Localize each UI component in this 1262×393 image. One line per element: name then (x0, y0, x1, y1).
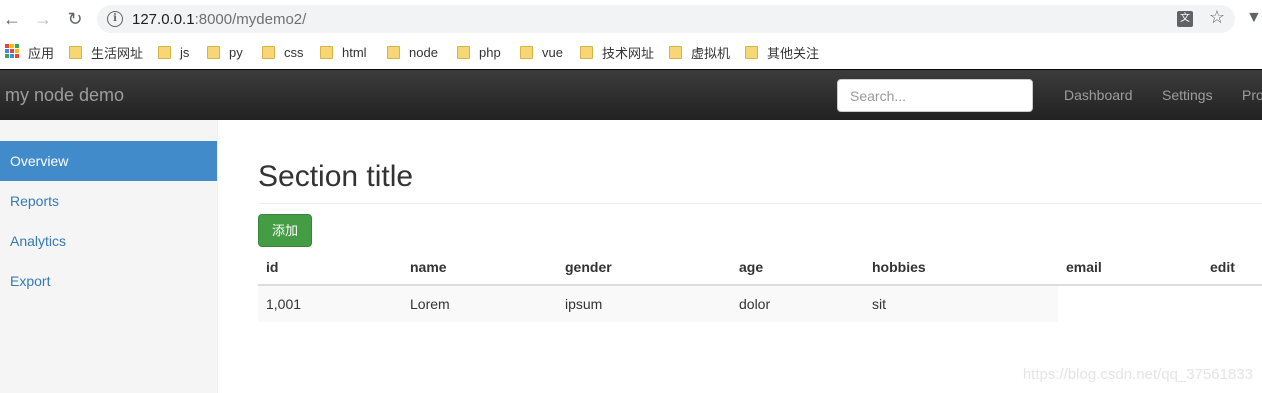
bookmark-folder[interactable]: css (262, 43, 304, 61)
add-button[interactable]: 添加 (258, 214, 312, 247)
url-text: 127.0.0.1:8000/mydemo2/ (132, 11, 306, 28)
bookmark-label: node (409, 44, 438, 60)
nav-link-settings[interactable]: Settings (1162, 87, 1213, 103)
back-arrow-icon[interactable]: ← (0, 7, 24, 31)
bookmark-label: css (284, 44, 304, 60)
cell-hobbies: sit (872, 296, 886, 312)
column-header-id: id (266, 259, 279, 275)
translate-icon[interactable]: 文 (1177, 11, 1193, 27)
bookmark-label: 虚拟机 (691, 45, 731, 61)
address-bar[interactable]: i 127.0.0.1:8000/mydemo2/ 文 ☆ (97, 5, 1235, 33)
app-navbar: my node demo Dashboard Settings Pro (0, 69, 1262, 120)
bookmark-folder[interactable]: js (158, 43, 189, 61)
sidebar-item-analytics[interactable]: Analytics (0, 221, 217, 261)
bookmark-folder[interactable]: 虚拟机 (669, 43, 730, 61)
nav-link-dashboard[interactable]: Dashboard (1064, 87, 1133, 103)
bookmark-folder[interactable]: html (320, 43, 367, 61)
bookmark-label: php (479, 44, 501, 60)
bookmark-folder[interactable]: php (457, 43, 501, 61)
folder-icon (320, 45, 333, 59)
folder-icon (457, 45, 470, 59)
bookmark-label: py (229, 44, 243, 60)
column-header-name: name (410, 259, 447, 275)
bookmark-folder[interactable]: py (207, 43, 243, 61)
page-title: Section title (258, 160, 414, 193)
bookmark-folder[interactable]: 技术网址 (580, 43, 654, 61)
bookmark-label: 其他关注 (767, 45, 820, 61)
folder-icon (520, 45, 533, 59)
search-input[interactable] (837, 79, 1033, 112)
brand-title[interactable]: my node demo (5, 85, 124, 106)
column-header-email: email (1066, 259, 1102, 275)
column-header-edit: edit (1210, 259, 1235, 275)
url-host: 127.0.0.1 (132, 11, 195, 28)
forward-arrow-icon[interactable]: → (31, 7, 55, 31)
bookmark-label: vue (542, 44, 563, 60)
cell-age: dolor (739, 296, 771, 312)
bookmark-apps[interactable]: 应用 (28, 43, 54, 61)
folder-icon (669, 45, 682, 59)
browser-toolbar: ← → ↻ i 127.0.0.1:8000/mydemo2/ 文 ☆ ▼ (0, 0, 1262, 38)
sidebar-item-overview[interactable]: Overview (0, 141, 217, 181)
apps-grid-icon[interactable] (5, 44, 19, 58)
table-header: id name gender age hobbies email edit (258, 252, 1262, 286)
bookmark-label: js (180, 44, 190, 60)
folder-icon (158, 45, 171, 59)
bookmark-label: 生活网址 (91, 45, 144, 61)
bookmark-label: 技术网址 (602, 45, 655, 61)
bookmark-label: html (342, 44, 367, 60)
folder-icon (69, 45, 82, 59)
star-icon[interactable]: ☆ (1209, 7, 1225, 28)
cell-gender: ipsum (565, 296, 603, 312)
extension-icon[interactable]: ▼ (1246, 9, 1262, 27)
sidebar-item-export[interactable]: Export (0, 261, 217, 301)
sidebar: Overview Reports Analytics Export (0, 120, 218, 393)
folder-icon (580, 45, 593, 59)
title-divider (258, 203, 1262, 204)
bookmark-folder[interactable]: 其他关注 (745, 43, 819, 61)
reload-icon[interactable]: ↻ (63, 7, 87, 31)
table-row: 1,001 Lorem ipsum dolor sit (258, 286, 1058, 322)
folder-icon (387, 45, 400, 59)
bookmark-folder[interactable]: 生活网址 (69, 43, 143, 61)
site-info-icon[interactable]: i (107, 11, 123, 27)
bookmark-folder[interactable]: node (387, 43, 438, 61)
column-header-age: age (739, 259, 764, 275)
bookmark-folder[interactable]: vue (520, 43, 563, 61)
folder-icon (745, 45, 758, 59)
nav-link-profile[interactable]: Pro (1242, 87, 1262, 103)
cell-name: Lorem (410, 296, 450, 312)
column-header-gender: gender (565, 259, 612, 275)
sidebar-item-reports[interactable]: Reports (0, 181, 217, 221)
bookmark-label: 应用 (28, 45, 55, 61)
column-header-hobbies: hobbies (872, 259, 926, 275)
folder-icon (207, 45, 220, 59)
url-path: :8000/mydemo2/ (194, 11, 307, 28)
bookmarks-bar: 应用 生活网址 js py css html node php vue 技术网址… (0, 38, 1262, 68)
folder-icon (262, 45, 275, 59)
cell-id: 1,001 (266, 296, 302, 312)
watermark: https://blog.csdn.net/qq_37561833 (1022, 366, 1253, 383)
